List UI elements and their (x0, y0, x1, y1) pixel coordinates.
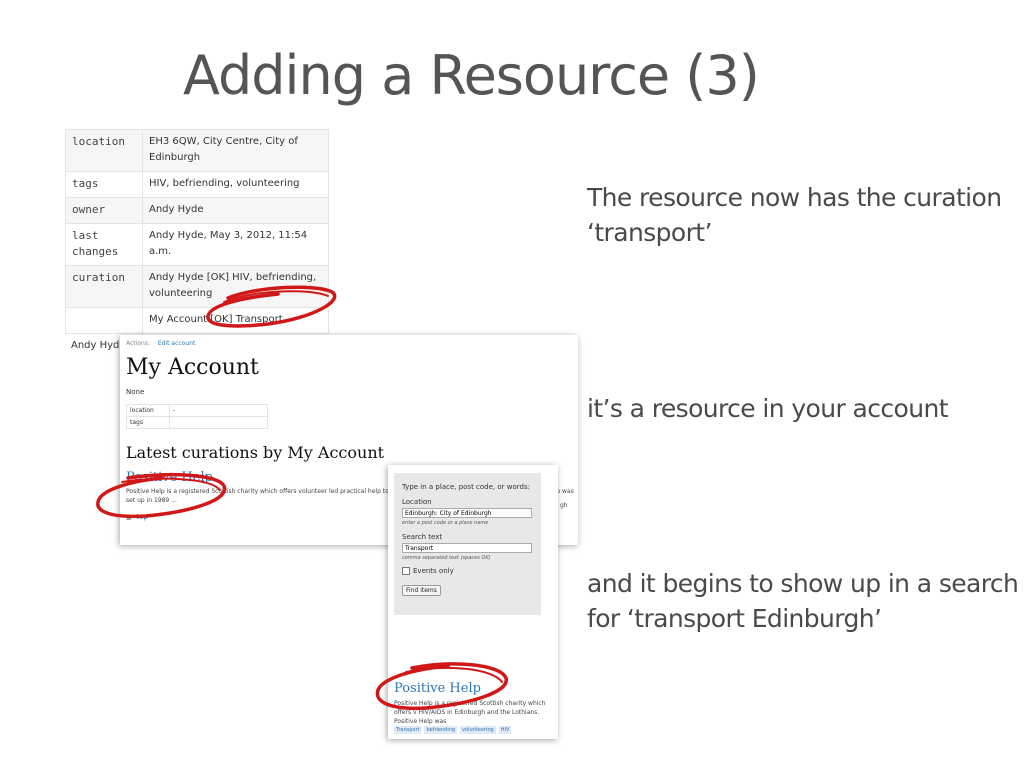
row-key-location: location (65, 129, 143, 172)
curation-link-andy-hyde[interactable]: Andy Hyde [OK] HIV, befriending, volunte… (142, 265, 329, 308)
table-row: last changes Andy Hyde, May 3, 2012, 11:… (65, 223, 329, 266)
table-row: location - (126, 404, 268, 417)
table-row: location EH3 6QW, City Centre, City of E… (65, 129, 329, 172)
slide-title: Adding a Resource (3) (183, 44, 760, 107)
location-hint: enter a post code or a place name (402, 520, 489, 526)
row-value-last-changes: Andy Hyde, May 3, 2012, 11:54 a.m. (142, 223, 329, 266)
caption-curation: The resource now has the curation ‘trans… (587, 183, 1002, 247)
search-screenshot: Type in a place, post code, or words: Lo… (388, 465, 558, 739)
caption-search: and it begins to show up in a search for… (587, 569, 1019, 633)
row-value-tags (169, 416, 268, 429)
positive-help-link[interactable]: Positive Help (394, 681, 481, 696)
events-only-checkbox[interactable]: Events only (402, 567, 541, 575)
caption-account: it’s a resource in your account (587, 394, 949, 423)
row-key-tags: tags (126, 416, 170, 429)
row-value-location: EH3 6QW, City Centre, City of Edinburgh (142, 129, 329, 172)
overflow-text-fragment: gh (560, 502, 568, 509)
checkbox-icon[interactable] (402, 567, 410, 575)
curation-link-my-account[interactable]: My Account [OK] Transport (142, 307, 329, 334)
result-description: Positive Help is a registered Scottish c… (394, 700, 546, 725)
resource-details-table: location EH3 6QW, City Centre, City of E… (65, 129, 329, 334)
owner-link[interactable]: Andy Hyde (142, 197, 329, 224)
table-row: My Account [OK] Transport (65, 307, 329, 334)
table-row: owner Andy Hyde (65, 197, 329, 224)
row-key-owner: owner (65, 197, 143, 224)
resource-details-screenshot: location EH3 6QW, City Centre, City of E… (65, 129, 329, 361)
search-text-input[interactable] (402, 543, 532, 553)
row-key-curation: curation (65, 265, 143, 308)
row-value-location: - (169, 404, 268, 417)
find-items-button[interactable]: Find items (402, 585, 441, 596)
tag-hiv[interactable]: HIV (498, 726, 512, 734)
row-key-location: location (126, 404, 170, 417)
row-key-empty (65, 307, 143, 334)
edit-account-link[interactable]: Edit account (158, 340, 195, 347)
up-arrow-icon: ▲ (126, 513, 132, 521)
location-input[interactable] (402, 508, 532, 518)
latest-curations-heading: Latest curations by My Account (126, 443, 385, 462)
table-row: curation Andy Hyde [OK] HIV, befriending… (65, 265, 329, 308)
row-value-tags: HIV, befriending, volunteering (142, 171, 329, 198)
tag-list: Transport befriending volunteering HIV (394, 726, 512, 734)
location-label: Location (402, 498, 432, 506)
none-text: None (126, 388, 145, 396)
account-info-table: location - tags (126, 404, 268, 429)
top-link-label: top (136, 513, 148, 521)
search-text-label: Search text (402, 533, 443, 541)
tag-volunteering[interactable]: volunteering (460, 726, 496, 734)
search-text-hint: comma separated text (spaces OK) (402, 555, 491, 561)
account-title: My Account (126, 355, 259, 380)
row-key-last-changes: last changes (65, 223, 143, 266)
actions-bar: Actions: Edit account (120, 335, 578, 347)
search-form: Type in a place, post code, or words: Lo… (394, 473, 541, 615)
search-prompt: Type in a place, post code, or words: (402, 483, 530, 491)
table-row: tags HIV, befriending, volunteering (65, 171, 329, 198)
table-row: tags (126, 416, 268, 429)
actions-label: Actions: (126, 340, 150, 347)
tag-befriending[interactable]: befriending (424, 726, 458, 734)
events-only-label: Events only (413, 567, 454, 575)
tag-transport[interactable]: Transport (394, 726, 422, 734)
row-key-tags: tags (65, 171, 143, 198)
